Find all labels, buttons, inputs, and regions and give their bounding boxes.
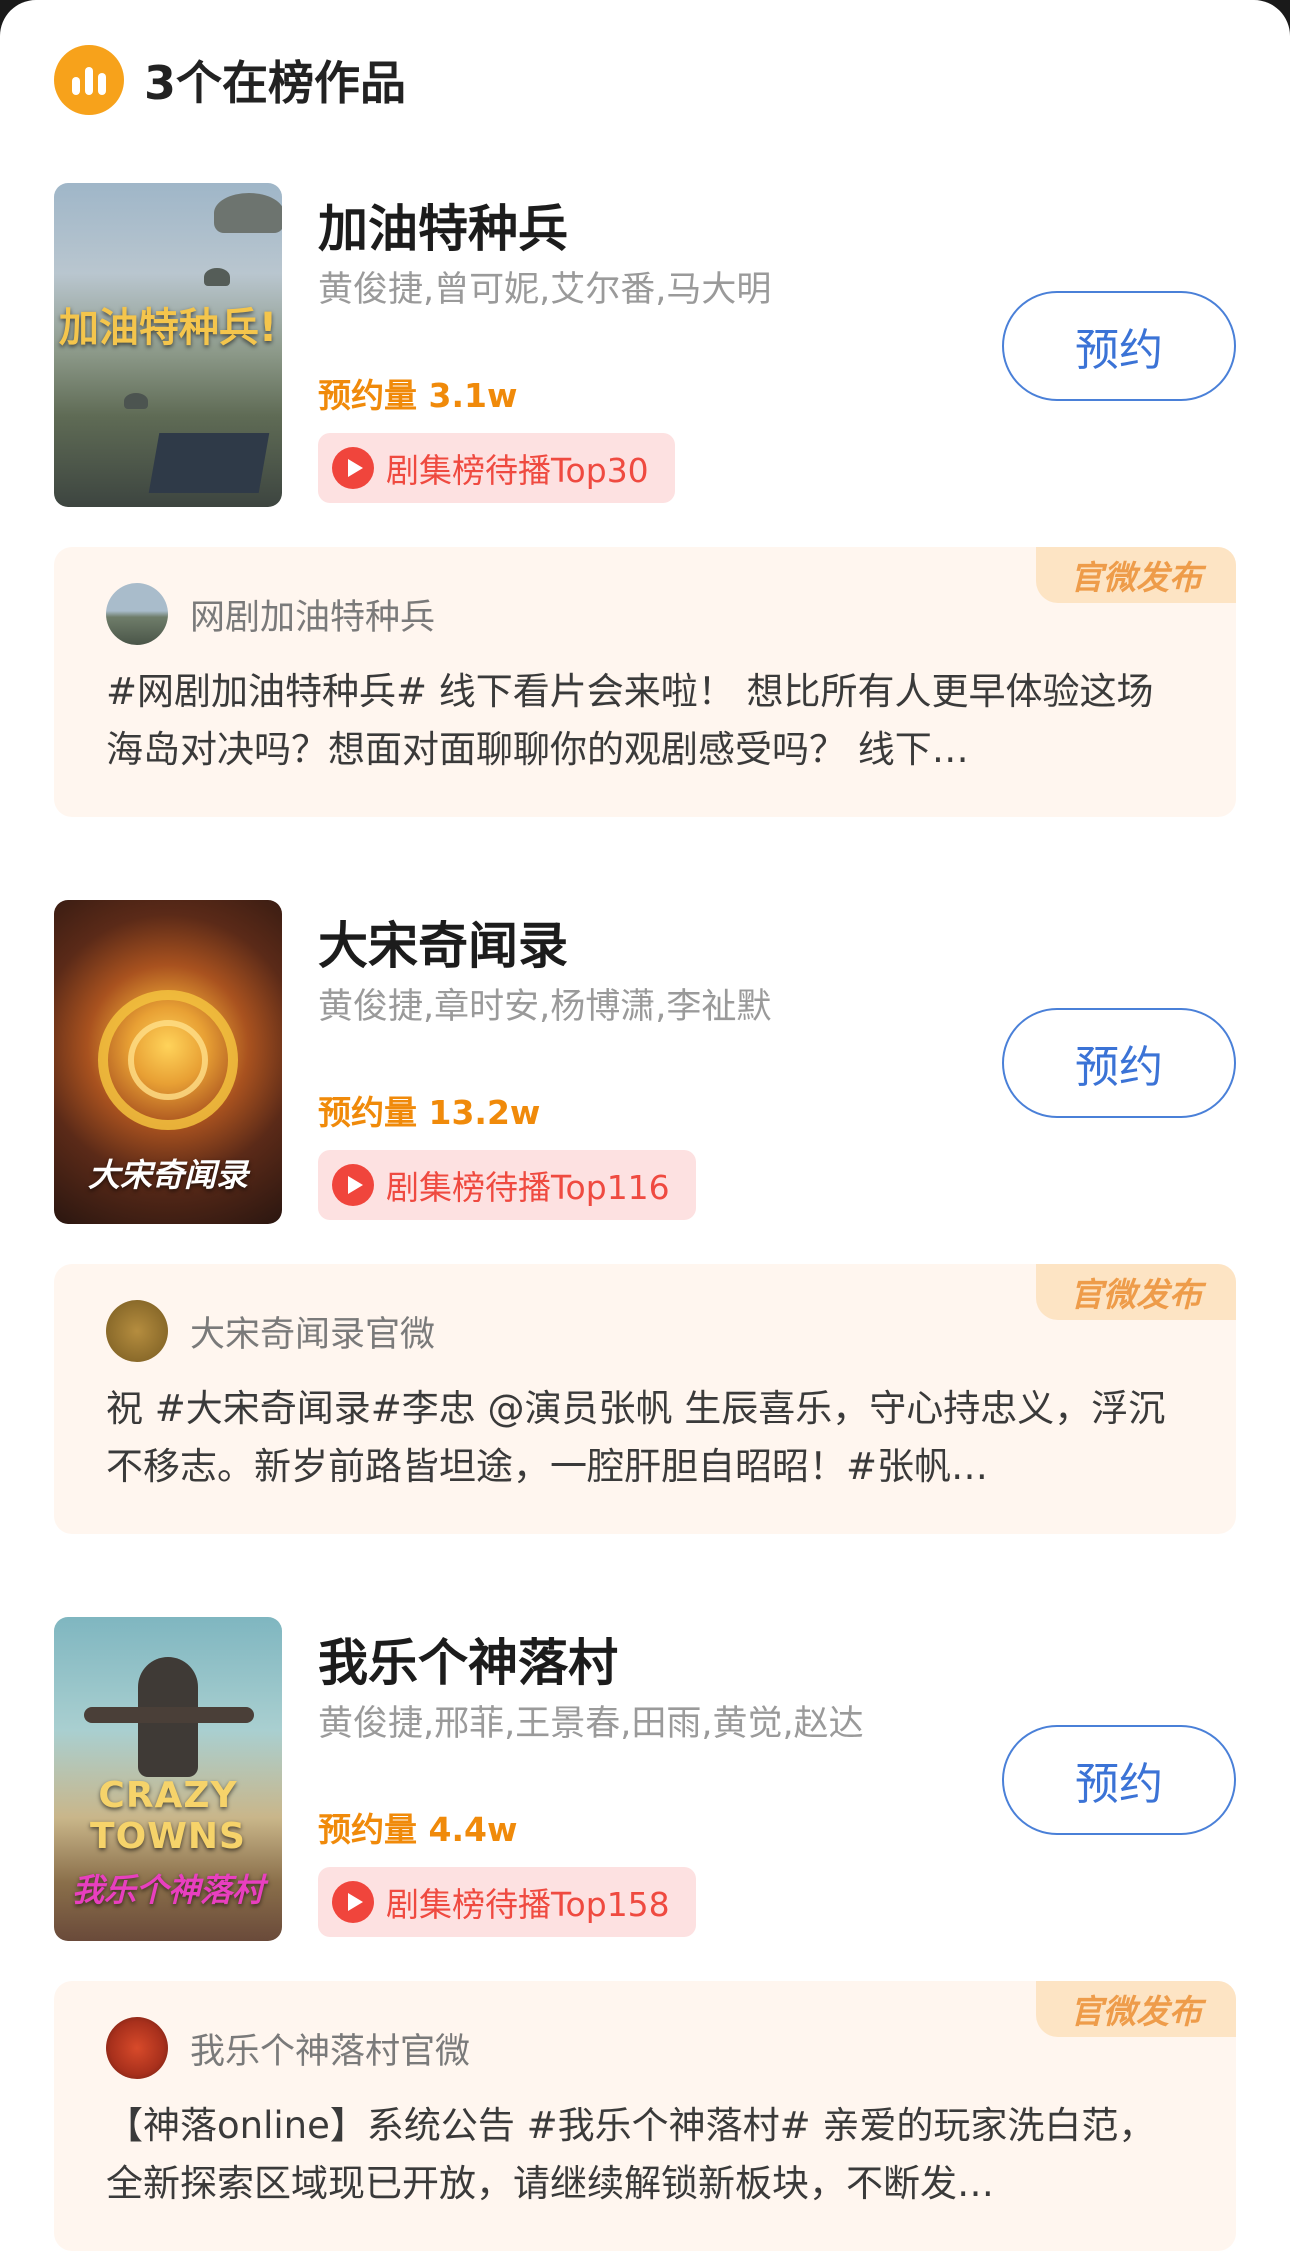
- poster-title: 加油特种兵!: [58, 305, 278, 351]
- section-title: 3个在榜作品: [144, 56, 407, 110]
- post-author[interactable]: 我乐个神落村官微: [106, 2017, 470, 2079]
- author-name[interactable]: 我乐个神落村官微: [190, 2023, 470, 2074]
- author-name[interactable]: 网剧加油特种兵: [190, 589, 435, 640]
- cast-list: 黄俊捷,章时安,杨博潇,李祉默: [318, 987, 772, 1027]
- title[interactable]: 大宋奇闻录: [318, 906, 568, 978]
- official-badge: 官微发布: [1036, 1981, 1236, 2037]
- reservation-count: 预约量 3.1w: [318, 376, 518, 415]
- post-text[interactable]: #网剧加油特种兵# 线下看片会来啦！ 想比所有人更早体验这场海岛对决吗？想面对面…: [106, 663, 1166, 779]
- author-name[interactable]: 大宋奇闻录官微: [190, 1306, 435, 1357]
- rank-label: 剧集榜待播Top158: [386, 1885, 670, 1924]
- poster-image[interactable]: 大宋奇闻录: [54, 900, 282, 1224]
- reservation-count: 预约量 4.4w: [318, 1810, 518, 1849]
- cast-list: 黄俊捷,邢菲,王景春,田雨,黄觉,赵达: [318, 1704, 864, 1744]
- avatar[interactable]: [106, 583, 168, 645]
- play-icon: [332, 447, 374, 489]
- post-author[interactable]: 大宋奇闻录官微: [106, 1300, 435, 1362]
- post-author[interactable]: 网剧加油特种兵: [106, 583, 435, 645]
- reservation-count: 预约量 13.2w: [318, 1093, 541, 1132]
- list-item[interactable]: 大宋奇闻录 大宋奇闻录 黄俊捷,章时安,杨博潇,李祉默 预约量 13.2w 剧集…: [54, 900, 1236, 1534]
- poster-title-en: CRAZY TOWNS: [90, 1775, 246, 1857]
- list-item[interactable]: 加油特种兵! 加油特种兵 黄俊捷,曾可妮,艾尔番,马大明 预约量 3.1w 剧集…: [54, 183, 1236, 817]
- rank-badge[interactable]: 剧集榜待播Top158: [318, 1867, 696, 1937]
- chart-icon: [54, 45, 124, 115]
- play-icon: [332, 1881, 374, 1923]
- list-item[interactable]: CRAZY TOWNS 我乐个神落村 我乐个神落村 黄俊捷,邢菲,王景春,田雨,…: [54, 1617, 1236, 2251]
- post-text[interactable]: 祝 #大宋奇闻录#李忠 @演员张帆 生辰喜乐，守心持忠义，浮沉不移志。新岁前路皆…: [106, 1380, 1166, 1496]
- play-icon: [332, 1164, 374, 1206]
- cast-list: 黄俊捷,曾可妮,艾尔番,马大明: [318, 270, 772, 310]
- reserve-button[interactable]: 预约: [1002, 291, 1236, 401]
- avatar[interactable]: [106, 1300, 168, 1362]
- section-header: 3个在榜作品: [54, 44, 406, 116]
- official-post-card[interactable]: 官微发布 网剧加油特种兵 #网剧加油特种兵# 线下看片会来啦！ 想比所有人更早体…: [54, 547, 1236, 817]
- poster-image[interactable]: 加油特种兵!: [54, 183, 282, 507]
- official-badge: 官微发布: [1036, 547, 1236, 603]
- poster-title: 大宋奇闻录: [87, 1156, 248, 1194]
- avatar[interactable]: [106, 2017, 168, 2079]
- poster-image[interactable]: CRAZY TOWNS 我乐个神落村: [54, 1617, 282, 1941]
- title[interactable]: 加油特种兵: [318, 189, 568, 261]
- rank-label: 剧集榜待播Top116: [386, 1168, 670, 1207]
- post-text[interactable]: 【神落online】系统公告 #我乐个神落村# 亲爱的玩家洗白范，全新探索区域现…: [106, 2097, 1166, 2213]
- rank-badge[interactable]: 剧集榜待播Top30: [318, 433, 675, 503]
- official-post-card[interactable]: 官微发布 大宋奇闻录官微 祝 #大宋奇闻录#李忠 @演员张帆 生辰喜乐，守心持忠…: [54, 1264, 1236, 1534]
- title[interactable]: 我乐个神落村: [318, 1623, 618, 1695]
- ranking-sheet: 3个在榜作品 加油特种兵! 加油特种兵 黄俊捷,曾可妮,艾尔番,马大明 预约量 …: [0, 0, 1290, 2265]
- official-post-card[interactable]: 官微发布 我乐个神落村官微 【神落online】系统公告 #我乐个神落村# 亲爱…: [54, 1981, 1236, 2251]
- poster-title: 我乐个神落村: [71, 1871, 264, 1909]
- rank-label: 剧集榜待播Top30: [386, 451, 649, 490]
- rank-badge[interactable]: 剧集榜待播Top116: [318, 1150, 696, 1220]
- reserve-button[interactable]: 预约: [1002, 1008, 1236, 1118]
- official-badge: 官微发布: [1036, 1264, 1236, 1320]
- reserve-button[interactable]: 预约: [1002, 1725, 1236, 1835]
